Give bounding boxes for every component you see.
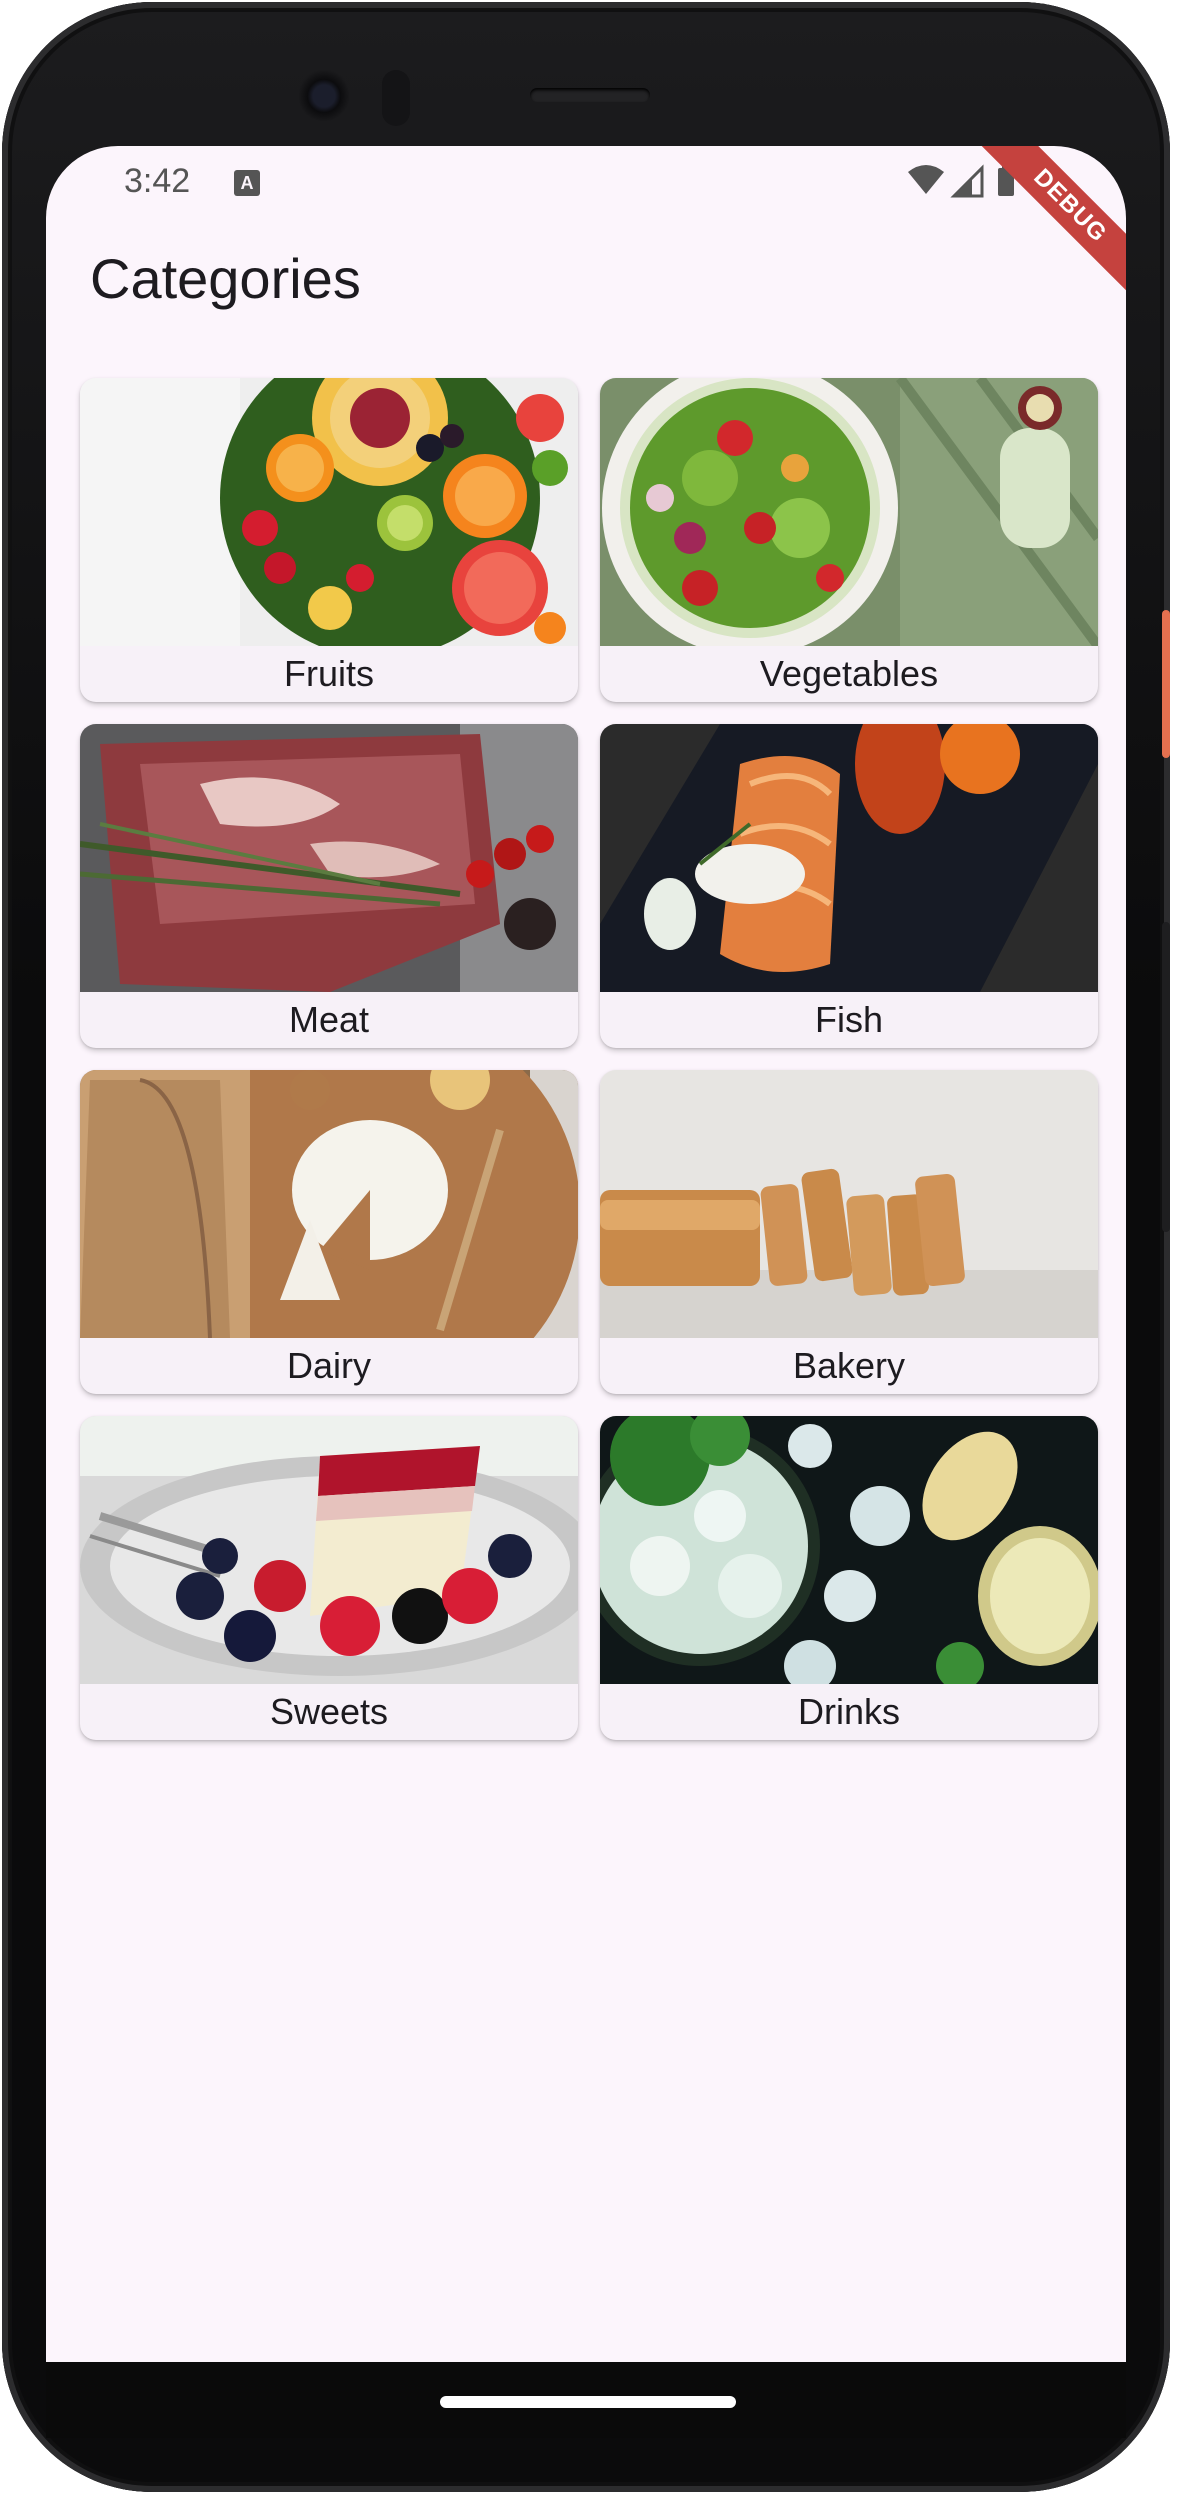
category-card-fish[interactable]: Fish [600,724,1098,1048]
fish-image [600,724,1098,992]
proximity-sensor [382,70,410,126]
dairy-image [80,1070,578,1338]
fruits-image [80,378,578,646]
front-camera [298,70,350,122]
bakery-image [600,1070,1098,1338]
category-label: Dairy [286,1345,371,1386]
earpiece-speaker [530,88,650,102]
status-bar: 3:42 A DEBUG [46,146,1126,305]
category-card-drinks[interactable]: Drinks [600,1416,1098,1740]
category-label: Fruits [284,653,374,694]
sweets-image [80,1416,578,1684]
signal-icon [950,164,984,198]
app-screen: 3:42 A DEBUG Categories Fruits Vegetable… [46,146,1126,2362]
power-button [1162,610,1170,758]
page-title: Categories [90,247,361,310]
category-card-fruits[interactable]: Fruits [80,378,578,702]
vegetables-image [600,378,1098,646]
category-label: Sweets [269,1691,389,1732]
category-label: Bakery [792,1345,906,1386]
notification-a-icon: A [234,170,260,196]
category-label: Fish [814,999,883,1040]
home-gesture-handle[interactable] [440,2396,736,2408]
category-grid: Fruits Vegetables Meat Fish Dairy Bakery… [80,378,1098,1740]
category-label: Vegetables [759,653,939,694]
status-time: 3:42 [124,162,191,200]
category-card-sweets[interactable]: Sweets [80,1416,578,1740]
volume-rocker [1162,922,1170,1232]
category-card-dairy[interactable]: Dairy [80,1070,578,1394]
drinks-image [600,1416,1098,1684]
category-label: Meat [288,999,370,1040]
category-card-bakery[interactable]: Bakery [600,1070,1098,1394]
wifi-icon [908,165,944,194]
meat-image [80,724,578,992]
category-card-vegetables[interactable]: Vegetables [600,378,1098,702]
category-label: Drinks [797,1691,900,1732]
category-card-meat[interactable]: Meat [80,724,578,1048]
